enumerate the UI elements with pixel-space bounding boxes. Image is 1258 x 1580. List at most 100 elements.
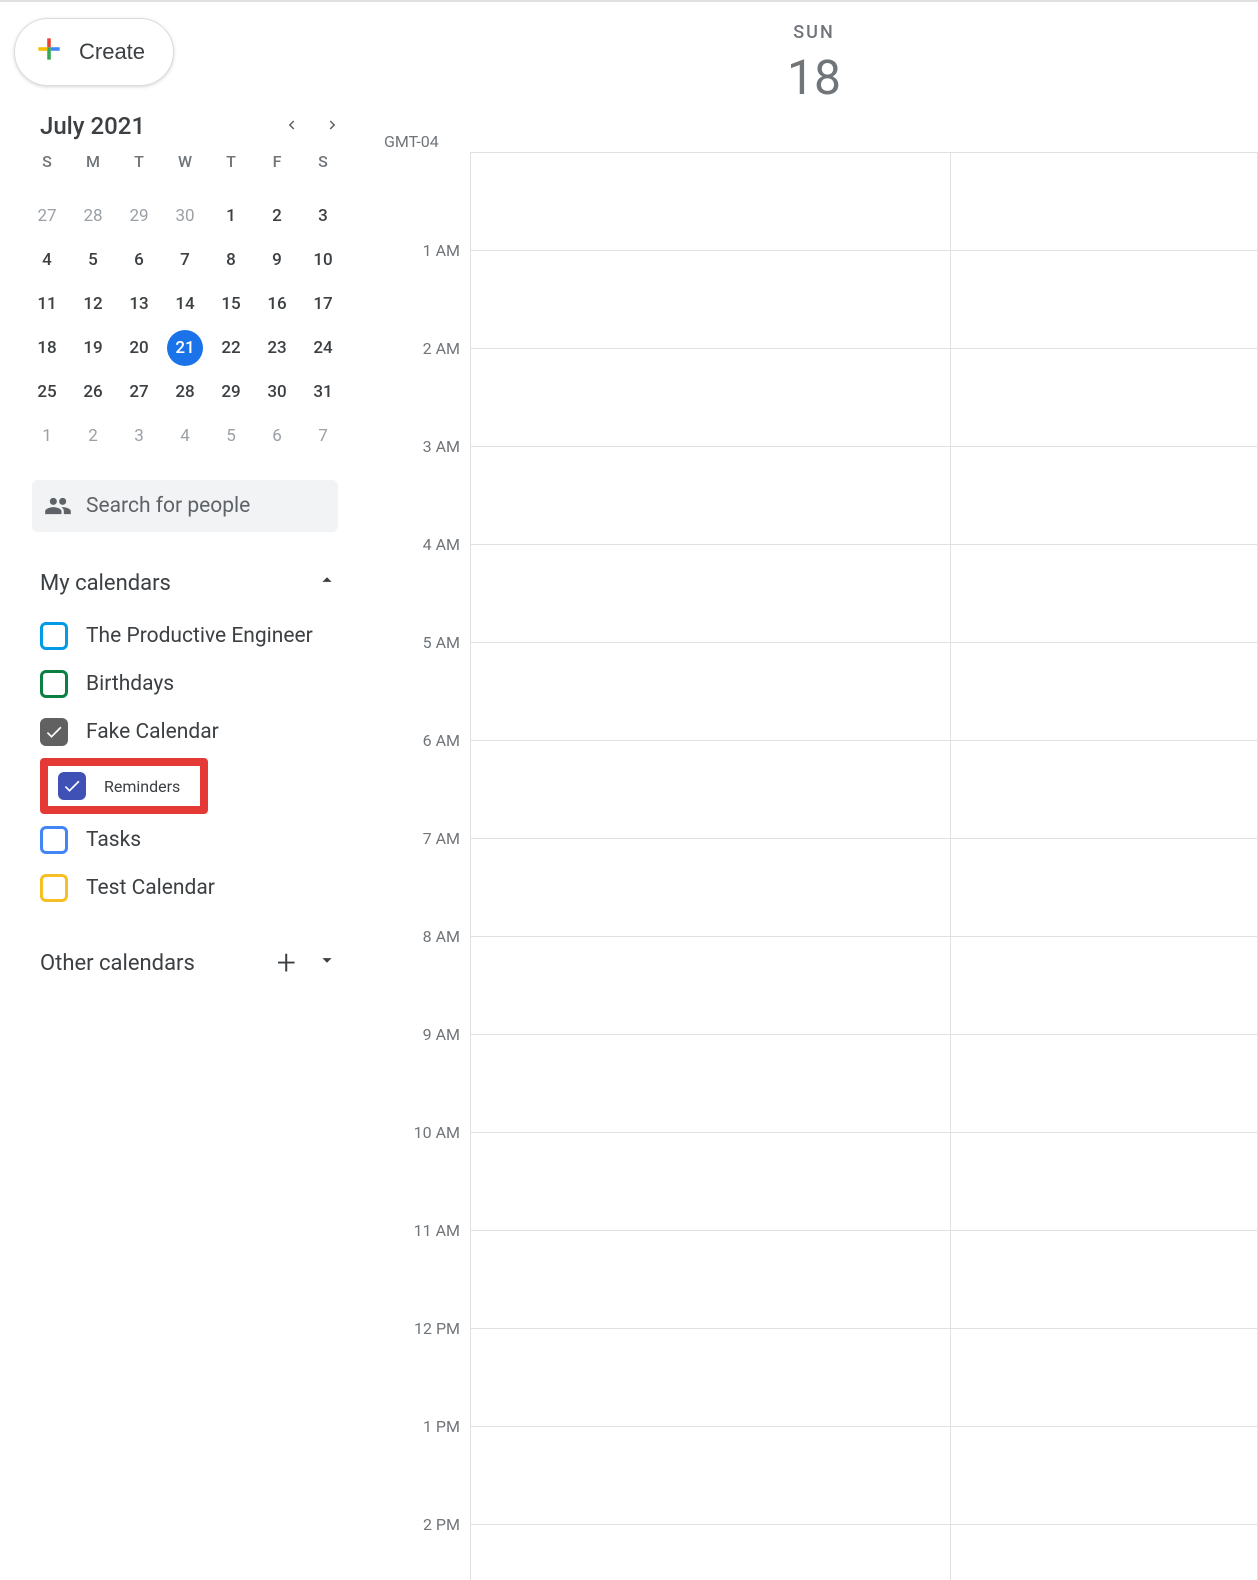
day-grid[interactable]: 1 AM2 AM3 AM4 AM5 AM6 AM7 AM8 AM9 AM10 A… [470,152,1258,1580]
mini-day[interactable]: 21 [162,326,208,370]
mini-day[interactable]: 3 [300,194,346,238]
mini-day[interactable]: 18 [24,326,70,370]
mini-day[interactable]: 11 [24,282,70,326]
calendar-label: Tasks [86,828,141,852]
mini-day[interactable]: 24 [300,326,346,370]
hour-row[interactable]: 4 AM [470,544,1258,642]
mini-day[interactable]: 9 [254,238,300,282]
calendar-item[interactable]: Birthdays [40,660,360,708]
search-placeholder: Search for people [86,494,250,518]
hour-row[interactable]: 8 AM [470,936,1258,1034]
mini-day[interactable]: 12 [70,282,116,326]
mini-day[interactable]: 19 [70,326,116,370]
calendar-item[interactable]: Test Calendar [40,864,360,912]
mini-day[interactable]: 6 [254,414,300,458]
calendar-checkbox[interactable] [58,772,86,800]
mini-day[interactable]: 27 [116,370,162,414]
calendar-item[interactable]: Fake Calendar [40,708,360,756]
mini-day[interactable]: 5 [70,238,116,282]
hour-label: 7 AM [380,829,460,848]
calendar-checkbox[interactable] [40,718,68,746]
calendar-label: Birthdays [86,672,174,696]
mini-day[interactable]: 29 [208,370,254,414]
mini-day[interactable]: 1 [24,414,70,458]
mini-day[interactable]: 26 [70,370,116,414]
prev-month-button[interactable] [282,112,300,140]
mini-day[interactable]: 13 [116,282,162,326]
hour-row[interactable]: 10 AM [470,1132,1258,1230]
mini-day[interactable]: 15 [208,282,254,326]
mini-day[interactable]: 4 [162,414,208,458]
mini-day[interactable]: 7 [162,238,208,282]
mini-day[interactable]: 22 [208,326,254,370]
mini-dow: T [208,150,254,194]
hour-row[interactable]: 1 PM [470,1426,1258,1524]
hour-label: 6 AM [380,731,460,750]
day-date-label[interactable]: 18 [370,49,1258,106]
hour-row[interactable]: 9 AM [470,1034,1258,1132]
create-button[interactable]: Create [14,18,174,86]
next-month-button[interactable] [324,112,342,140]
hour-label: 1 AM [380,241,460,260]
calendar-checkbox[interactable] [40,622,68,650]
mini-day[interactable]: 14 [162,282,208,326]
mini-dow: S [24,150,70,194]
calendar-label: Fake Calendar [86,720,219,744]
hour-label: 4 AM [380,535,460,554]
mini-day[interactable]: 17 [300,282,346,326]
hour-row[interactable]: 5 AM [470,642,1258,740]
hour-label: 2 AM [380,339,460,358]
hour-label: 9 AM [380,1025,460,1044]
hour-row[interactable]: 2 PM [470,1524,1258,1580]
mini-dow: W [162,150,208,194]
mini-day[interactable]: 7 [300,414,346,458]
calendar-item[interactable]: Tasks [40,816,360,864]
calendar-item[interactable]: Reminders [40,758,208,814]
mini-day[interactable]: 1 [208,194,254,238]
calendar-list: The Productive Engineer Birthdays Fake Cal… [10,606,360,912]
mini-dow: M [70,150,116,194]
hour-row[interactable]: 3 AM [470,446,1258,544]
mini-day[interactable]: 28 [70,194,116,238]
hour-row[interactable]: 1 AM [470,250,1258,348]
mini-day[interactable]: 29 [116,194,162,238]
mini-day[interactable]: 30 [254,370,300,414]
hour-label: 8 AM [380,927,460,946]
add-icon[interactable]: + [277,953,296,973]
hour-row[interactable] [470,152,1258,250]
search-people-input[interactable]: Search for people [32,480,338,532]
mini-day[interactable]: 30 [162,194,208,238]
mini-day[interactable]: 4 [24,238,70,282]
calendar-checkbox[interactable] [40,874,68,902]
calendar-checkbox[interactable] [40,826,68,854]
calendar-checkbox[interactable] [40,670,68,698]
mini-day[interactable]: 6 [116,238,162,282]
calendar-item[interactable]: The Productive Engineer [40,612,360,660]
mini-day[interactable]: 20 [116,326,162,370]
chevron-up-icon [316,568,338,598]
mini-day[interactable]: 27 [24,194,70,238]
mini-day[interactable]: 2 [70,414,116,458]
my-calendars-header[interactable]: My calendars [10,532,360,606]
hour-row[interactable]: 11 AM [470,1230,1258,1328]
mini-day[interactable]: 23 [254,326,300,370]
hour-row[interactable]: 2 AM [470,348,1258,446]
mini-day[interactable]: 16 [254,282,300,326]
mini-day[interactable]: 31 [300,370,346,414]
mini-dow: F [254,150,300,194]
mini-day[interactable]: 25 [24,370,70,414]
mini-day[interactable]: 2 [254,194,300,238]
other-calendars-header[interactable]: Other calendars + [10,912,360,986]
hour-label: 10 AM [380,1123,460,1142]
hour-row[interactable]: 12 PM [470,1328,1258,1426]
mini-day[interactable]: 28 [162,370,208,414]
mini-day[interactable]: 10 [300,238,346,282]
hour-row[interactable]: 6 AM [470,740,1258,838]
mini-day[interactable]: 8 [208,238,254,282]
calendar-label: Test Calendar [86,876,215,900]
mini-day[interactable]: 5 [208,414,254,458]
mini-day[interactable]: 3 [116,414,162,458]
mini-calendar-title[interactable]: July 2021 [40,112,145,140]
people-icon [44,492,72,520]
hour-row[interactable]: 7 AM [470,838,1258,936]
